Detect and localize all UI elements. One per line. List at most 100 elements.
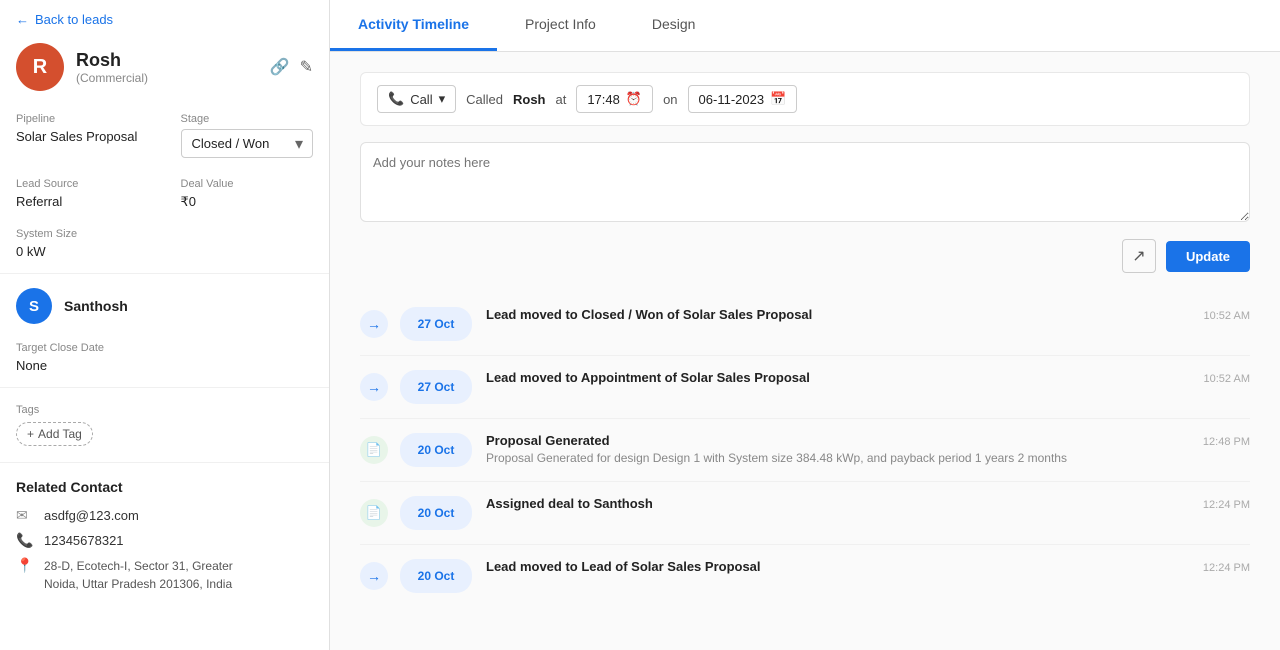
timeline-title: Proposal Generated <box>486 433 1189 448</box>
timeline-title: Lead moved to Lead of Solar Sales Propos… <box>486 559 1189 574</box>
right-panel: Activity Timeline Project Info Design 📞 … <box>330 0 1280 650</box>
share-export-button[interactable]: ↗ <box>1122 239 1156 273</box>
left-panel: ← Back to leads R Rosh (Commercial) 🔗 ✎ … <box>0 0 330 650</box>
time-value: 17:48 <box>587 92 620 107</box>
system-size-value: 0 kW <box>0 242 329 267</box>
location-icon: 📍 <box>16 557 34 574</box>
lead-source-col: Lead Source Referral <box>0 168 165 218</box>
time-input[interactable]: 17:48 ⏰ <box>576 85 653 113</box>
email-value: asdfg@123.com <box>44 508 139 523</box>
date-input[interactable]: 06-11-2023 📅 <box>688 85 798 113</box>
timeline-left: 📄 20 Oct <box>360 496 472 530</box>
timeline-item: 📄 20 Oct Proposal Generated Proposal Gen… <box>360 419 1250 482</box>
tab-activity-timeline[interactable]: Activity Timeline <box>330 0 497 51</box>
assignee-name: Santhosh <box>64 298 128 314</box>
call-row: 📞 Call ▾ Called Rosh at 17:48 ⏰ on 06-11… <box>360 72 1250 126</box>
timeline-date: 27 Oct <box>400 307 472 341</box>
calendar-icon: 📅 <box>770 91 786 107</box>
address-value: 28-D, Ecotech-I, Sector 31, GreaterNoida… <box>44 557 233 593</box>
activity-content: 📞 Call ▾ Called Rosh at 17:48 ⏰ on 06-11… <box>330 52 1280 650</box>
clock-icon: ⏰ <box>626 91 642 107</box>
call-type-select[interactable]: 📞 Call ▾ <box>377 85 456 113</box>
timeline-time: 10:52 AM <box>1204 307 1250 322</box>
stage-label: Stage <box>165 103 330 127</box>
upload-icon: ↗ <box>1132 246 1145 266</box>
timeline-list: → 27 Oct Lead moved to Closed / Won of S… <box>360 293 1250 607</box>
action-row: ↗ Update <box>360 239 1250 273</box>
assignee-avatar: S <box>16 288 52 324</box>
on-label: on <box>663 92 677 107</box>
add-tag-label: Add Tag <box>38 427 82 441</box>
timeline-body: Proposal Generated Proposal Generated fo… <box>486 433 1189 465</box>
deal-value: ₹0 <box>165 192 330 218</box>
timeline-left: 📄 20 Oct <box>360 433 472 467</box>
target-close-value: None <box>0 356 329 381</box>
timeline-item: 📄 20 Oct Assigned deal to Santhosh 12:24… <box>360 482 1250 545</box>
lead-source-label: Lead Source <box>0 168 165 192</box>
update-button[interactable]: Update <box>1166 241 1250 272</box>
deal-value-label: Deal Value <box>165 168 330 192</box>
share-icon[interactable]: 🔗 <box>270 57 290 77</box>
divider-3 <box>0 462 329 463</box>
tags-label: Tags <box>0 394 329 418</box>
phone-icon: 📞 <box>16 532 34 549</box>
timeline-item: → 27 Oct Lead moved to Closed / Won of S… <box>360 293 1250 356</box>
address-row: 📍 28-D, Ecotech-I, Sector 31, GreaterNoi… <box>0 553 329 597</box>
call-type-label: Call <box>410 92 432 107</box>
lead-source-value: Referral <box>0 192 165 217</box>
system-size-row: System Size 0 kW <box>0 218 329 267</box>
timeline-body: Lead moved to Appointment of Solar Sales… <box>486 370 1190 388</box>
pipeline-label: Pipeline <box>0 103 165 127</box>
timeline-left: → 27 Oct <box>360 307 472 341</box>
edit-icon[interactable]: ✎ <box>300 57 313 77</box>
phone-value: 12345678321 <box>44 533 124 548</box>
avatar: R <box>16 43 64 91</box>
timeline-date: 20 Oct <box>400 433 472 467</box>
back-arrow-icon: ← <box>16 12 29 27</box>
tabs-bar: Activity Timeline Project Info Design <box>330 0 1280 52</box>
notes-textarea[interactable] <box>360 142 1250 222</box>
date-value: 06-11-2023 <box>699 92 765 107</box>
timeline-date: 20 Oct <box>400 559 472 593</box>
lead-subtitle: (Commercial) <box>76 71 258 85</box>
stage-select[interactable]: Closed / Won Open Appointment Lead <box>181 129 314 158</box>
timeline-item: → 27 Oct Lead moved to Appointment of So… <box>360 356 1250 419</box>
arrow-icon: → <box>360 562 388 590</box>
timeline-item: → 20 Oct Lead moved to Lead of Solar Sal… <box>360 545 1250 607</box>
plus-icon: + <box>27 427 34 441</box>
back-to-leads-link[interactable]: ← Back to leads <box>0 0 329 35</box>
pipeline-col: Pipeline Solar Sales Proposal <box>0 103 165 168</box>
tags-row: + Add Tag <box>0 418 329 456</box>
avatar-info: Rosh (Commercial) <box>76 50 258 85</box>
phone-small-icon: 📞 <box>388 91 404 107</box>
doc-icon: 📄 <box>360 436 388 464</box>
timeline-subtitle: Proposal Generated for design Design 1 w… <box>486 451 1189 465</box>
add-tag-button[interactable]: + Add Tag <box>16 422 93 446</box>
pipeline-stage-row: Pipeline Solar Sales Proposal Stage Clos… <box>0 103 329 168</box>
called-label: Called <box>466 92 503 107</box>
timeline-body: Assigned deal to Santhosh <box>486 496 1189 514</box>
lead-name: Rosh <box>76 50 258 71</box>
back-to-leads-label: Back to leads <box>35 12 113 27</box>
timeline-title: Lead moved to Closed / Won of Solar Sale… <box>486 307 1190 322</box>
phone-row: 📞 12345678321 <box>0 528 329 553</box>
arrow-icon: → <box>360 373 388 401</box>
timeline-date: 27 Oct <box>400 370 472 404</box>
system-size-label: System Size <box>0 218 329 242</box>
pipeline-value: Solar Sales Proposal <box>0 127 165 152</box>
divider-1 <box>0 273 329 274</box>
divider-2 <box>0 387 329 388</box>
arrow-icon: → <box>360 310 388 338</box>
chevron-down-icon: ▾ <box>439 91 446 107</box>
tab-project-info[interactable]: Project Info <box>497 0 624 51</box>
related-contact-title: Related Contact <box>0 469 329 503</box>
tab-design[interactable]: Design <box>624 0 724 51</box>
target-close-label: Target Close Date <box>0 332 329 356</box>
assignee-row: S Santhosh <box>0 280 329 332</box>
avatar-actions: 🔗 ✎ <box>270 57 313 77</box>
close-date-row: Target Close Date None <box>0 332 329 381</box>
timeline-left: → 20 Oct <box>360 559 472 593</box>
stage-select-wrapper[interactable]: Closed / Won Open Appointment Lead <box>181 129 314 158</box>
email-row: ✉ asdfg@123.com <box>0 503 329 528</box>
timeline-title: Assigned deal to Santhosh <box>486 496 1189 511</box>
